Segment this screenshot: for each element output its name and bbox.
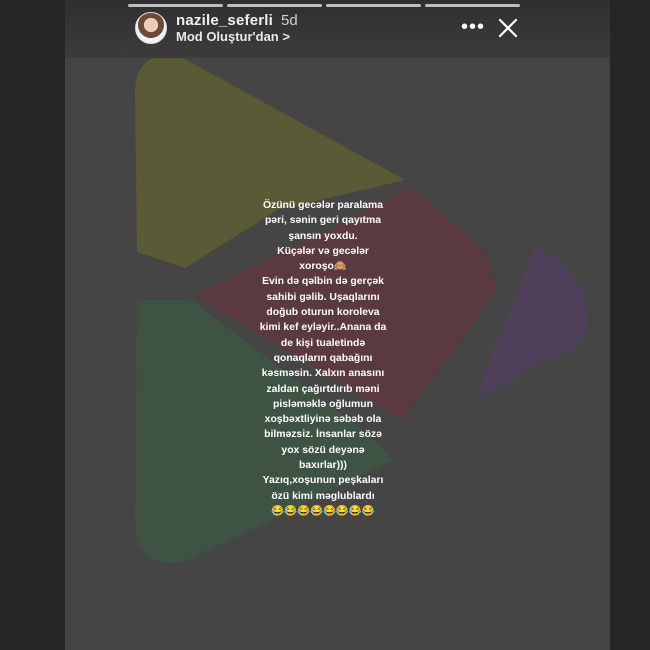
- username[interactable]: nazile_seferli: [176, 12, 273, 29]
- progress-segment: [425, 4, 520, 7]
- story-viewer[interactable]: nazile_seferli 5d Mod Oluştur'dan > ••• …: [65, 0, 610, 650]
- progress-segment: [128, 4, 223, 7]
- close-icon[interactable]: [497, 17, 519, 39]
- right-backdrop: [610, 0, 650, 650]
- story-text: Özünü gecələr paralama pəri, sənin geri …: [259, 200, 387, 517]
- avatar[interactable]: [135, 12, 167, 44]
- progress-segment: [227, 4, 322, 7]
- left-backdrop: [0, 0, 65, 650]
- bg-shape-purple: [475, 246, 588, 400]
- progress-segment: [326, 4, 421, 7]
- story-progress-bar: [128, 4, 520, 7]
- post-age: 5d: [281, 12, 298, 29]
- mod-link[interactable]: Mod Oluştur'dan >: [176, 29, 290, 44]
- more-horizontal-icon[interactable]: •••: [461, 17, 485, 37]
